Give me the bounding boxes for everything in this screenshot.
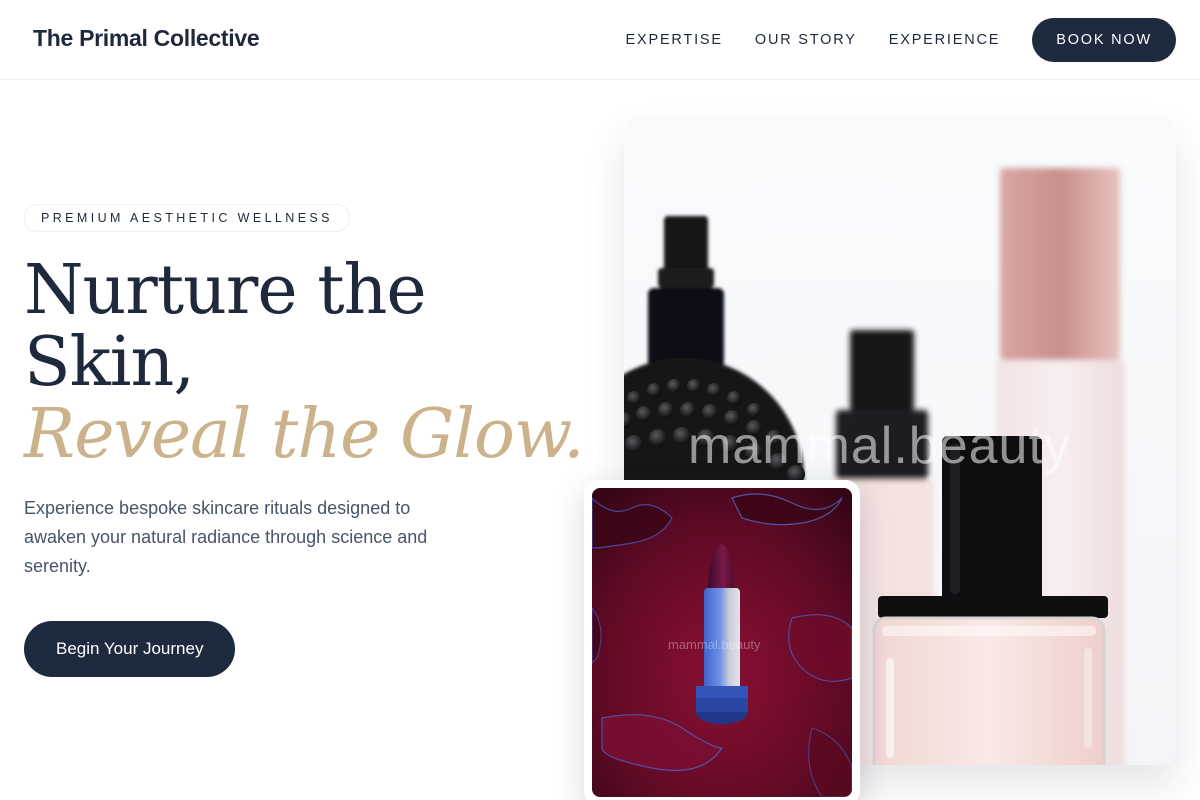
- lipstick-image: mammal.beauty: [592, 488, 852, 797]
- headline-line-2: Skin,: [24, 323, 195, 402]
- nav-link-experience[interactable]: EXPERIENCE: [889, 32, 1000, 48]
- hero-headline: Nurture the Skin, Reveal the Glow.: [24, 251, 585, 474]
- begin-journey-button[interactable]: Begin Your Journey: [24, 621, 236, 677]
- small-image-watermark: mammal.beauty: [668, 637, 761, 652]
- hero-badge: PREMIUM AESTHETIC WELLNESS: [24, 204, 350, 232]
- brand-logo[interactable]: The Primal Collective: [33, 25, 260, 52]
- main-image-watermark: mammal.beauty: [688, 417, 1071, 475]
- hero-description: Experience bespoke skincare rituals desi…: [24, 498, 428, 576]
- headline-line-1: Nurture the: [24, 251, 427, 330]
- book-now-button[interactable]: BOOK NOW: [1032, 18, 1176, 62]
- secondary-image-card: mammal.beauty: [584, 480, 860, 800]
- headline-accent: Reveal the Glow.: [24, 395, 585, 474]
- site-header: The Primal Collective EXPERTISE OUR STOR…: [0, 0, 1200, 80]
- nav-link-our-story[interactable]: OUR STORY: [755, 32, 857, 48]
- main-nav: EXPERTISE OUR STORY EXPERIENCE BOOK NOW: [594, 18, 1176, 62]
- nav-link-expertise[interactable]: EXPERTISE: [626, 32, 723, 48]
